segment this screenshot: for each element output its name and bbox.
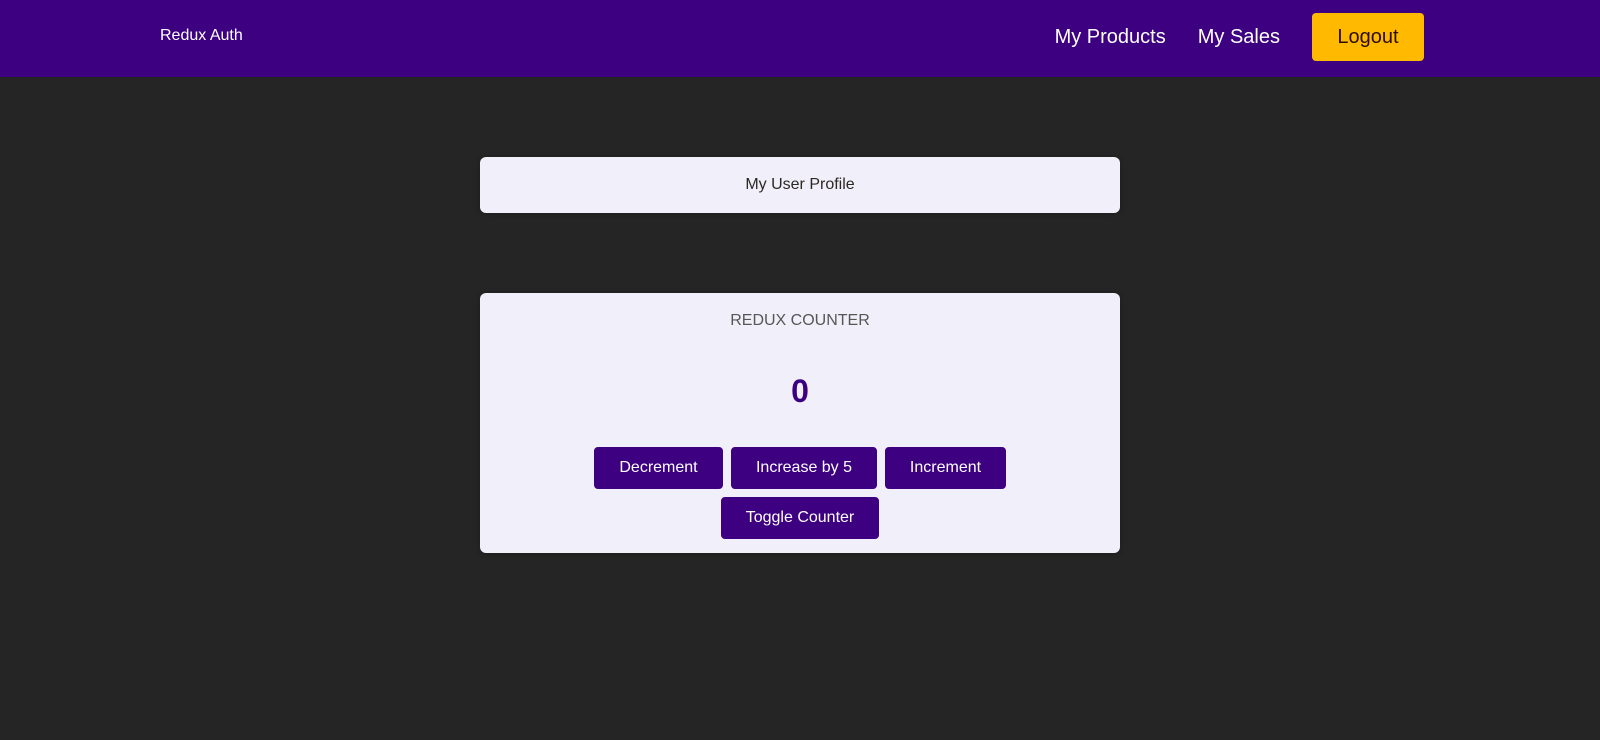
decrement-button[interactable]: Decrement xyxy=(594,447,723,489)
redux-counter-card: Redux Counter 0 Decrement Increase by 5 … xyxy=(480,293,1120,553)
logout-button[interactable]: Logout xyxy=(1312,13,1424,61)
app-header: Redux Auth My Products My Sales Logout xyxy=(0,0,1600,77)
user-profile-card: My User Profile xyxy=(480,157,1120,213)
counter-value: 0 xyxy=(791,373,809,409)
nav-link-my-products[interactable]: My Products xyxy=(1055,26,1166,49)
increment-button[interactable]: Increment xyxy=(885,447,1006,489)
nav-link-my-sales[interactable]: My Sales xyxy=(1198,26,1280,49)
counter-title: Redux Counter xyxy=(730,312,870,329)
counter-button-group: Decrement Increase by 5 Increment Toggle… xyxy=(585,447,1015,547)
user-profile-title: My User Profile xyxy=(745,176,855,193)
brand-logo-text: Redux Auth xyxy=(160,27,243,44)
main-nav: My Products My Sales Logout xyxy=(1055,13,1424,61)
increase-by-5-button[interactable]: Increase by 5 xyxy=(731,447,877,489)
toggle-counter-button[interactable]: Toggle Counter xyxy=(721,497,879,539)
